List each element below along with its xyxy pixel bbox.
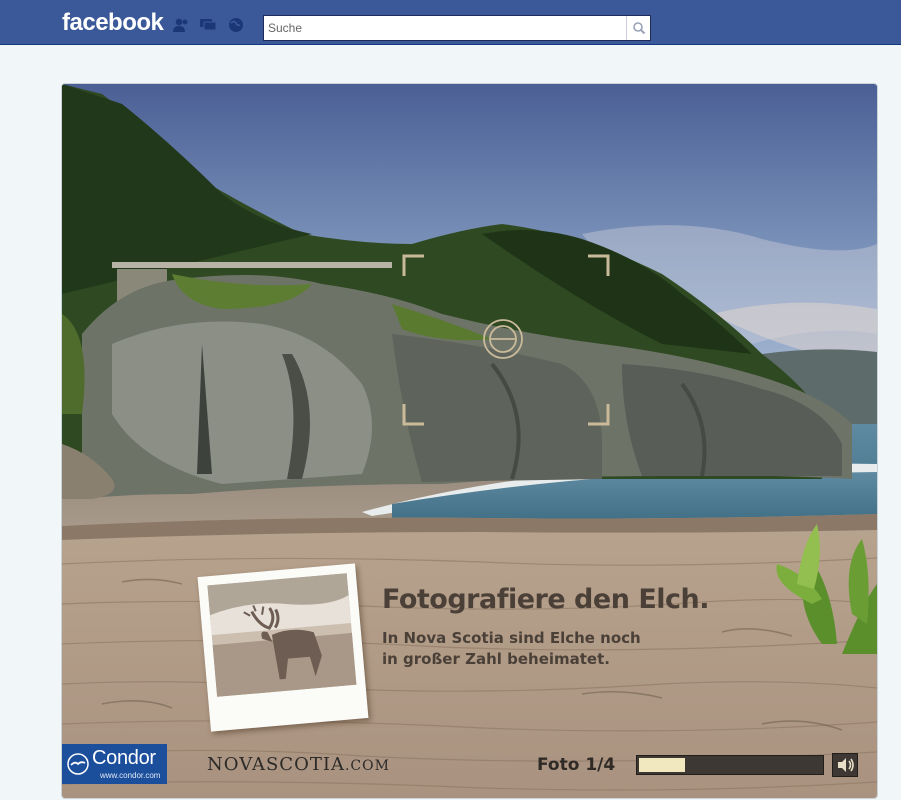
- novascotia-domain: .COM: [344, 758, 390, 774]
- moose-photo: [207, 573, 357, 697]
- subline: In Nova Scotia sind Elche noch in großer…: [382, 628, 702, 670]
- novascotia-nova: NOVA: [207, 754, 266, 775]
- subline-line-1: In Nova Scotia sind Elche noch: [382, 629, 641, 647]
- photo-progress-bar: [636, 755, 824, 775]
- messages-icon[interactable]: [199, 17, 217, 33]
- photo-progress-fill: [639, 758, 685, 772]
- app-canvas: Fotografiere den Elch. In Nova Scotia si…: [62, 84, 877, 798]
- condor-bird-icon: [67, 753, 89, 775]
- photo-counter: Foto 1/4: [537, 755, 616, 775]
- novascotia-scotia: SCOTIA: [265, 754, 345, 775]
- condor-logo[interactable]: Condor www.condor.com: [62, 744, 167, 784]
- sound-toggle-button[interactable]: [832, 753, 858, 777]
- facebook-top-bar: facebook: [0, 0, 901, 45]
- condor-brand: Condor: [92, 747, 156, 769]
- condor-url: www.condor.com: [100, 771, 161, 780]
- novascotia-logo[interactable]: NOVASCOTIA.COM: [207, 754, 390, 775]
- subline-line-2: in großer Zahl beheimatet.: [382, 650, 610, 668]
- speaker-icon: [838, 758, 854, 772]
- facebook-logo[interactable]: facebook: [62, 9, 164, 37]
- magnifier-icon: [633, 22, 646, 35]
- notifications-globe-icon[interactable]: [227, 17, 245, 33]
- search-box[interactable]: [263, 15, 651, 41]
- coastline-scene: [62, 84, 877, 798]
- polaroid-photo: [197, 563, 369, 732]
- friend-requests-icon[interactable]: [172, 17, 190, 33]
- headline: Fotografiere den Elch.: [382, 584, 710, 615]
- search-input[interactable]: [268, 19, 620, 37]
- search-button[interactable]: [626, 16, 650, 40]
